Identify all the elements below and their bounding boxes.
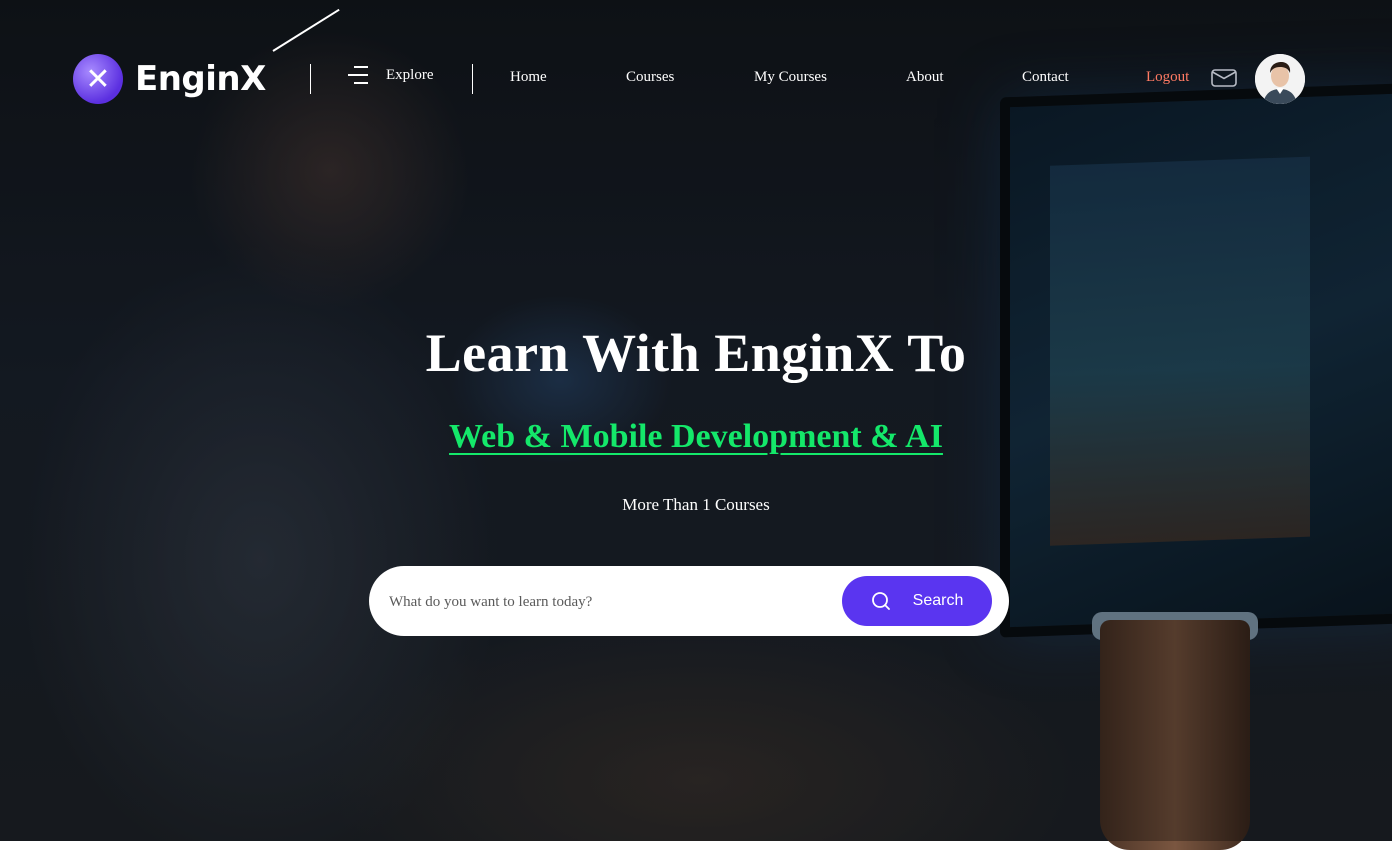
avatar-portrait (1255, 54, 1305, 104)
nav-logout[interactable]: Logout (1146, 69, 1189, 86)
hero-title: Learn With EnginX To (425, 323, 967, 383)
search-button[interactable]: Search (842, 576, 992, 626)
nav-contact[interactable]: Contact (1022, 69, 1069, 86)
search-input[interactable] (387, 584, 831, 620)
logo-x-icon: ✕ (73, 54, 123, 104)
nav-home[interactable]: Home (510, 69, 547, 86)
search-button-label: Search (912, 592, 964, 609)
hero-subtitle-link[interactable]: Web & Mobile Development & AI (0, 418, 1392, 456)
nav-my-courses[interactable]: My Courses (754, 69, 827, 86)
explore-label: Explore (386, 66, 434, 83)
nav-about[interactable]: About (906, 69, 944, 86)
nav-courses[interactable]: Courses (626, 69, 674, 86)
brand-logo[interactable]: ✕ EnginX (73, 8, 340, 104)
header-divider (472, 64, 473, 94)
header-divider (310, 64, 311, 94)
user-avatar[interactable] (1255, 54, 1305, 104)
hamburger-icon (348, 66, 368, 84)
search-icon (871, 592, 890, 610)
course-count-text: More Than 1 Courses (622, 495, 770, 514)
mail-icon[interactable] (1211, 69, 1237, 87)
logo-text: EnginX (135, 59, 266, 99)
explore-menu-button[interactable]: Explore (348, 66, 433, 84)
search-bar: Search (369, 566, 1009, 636)
